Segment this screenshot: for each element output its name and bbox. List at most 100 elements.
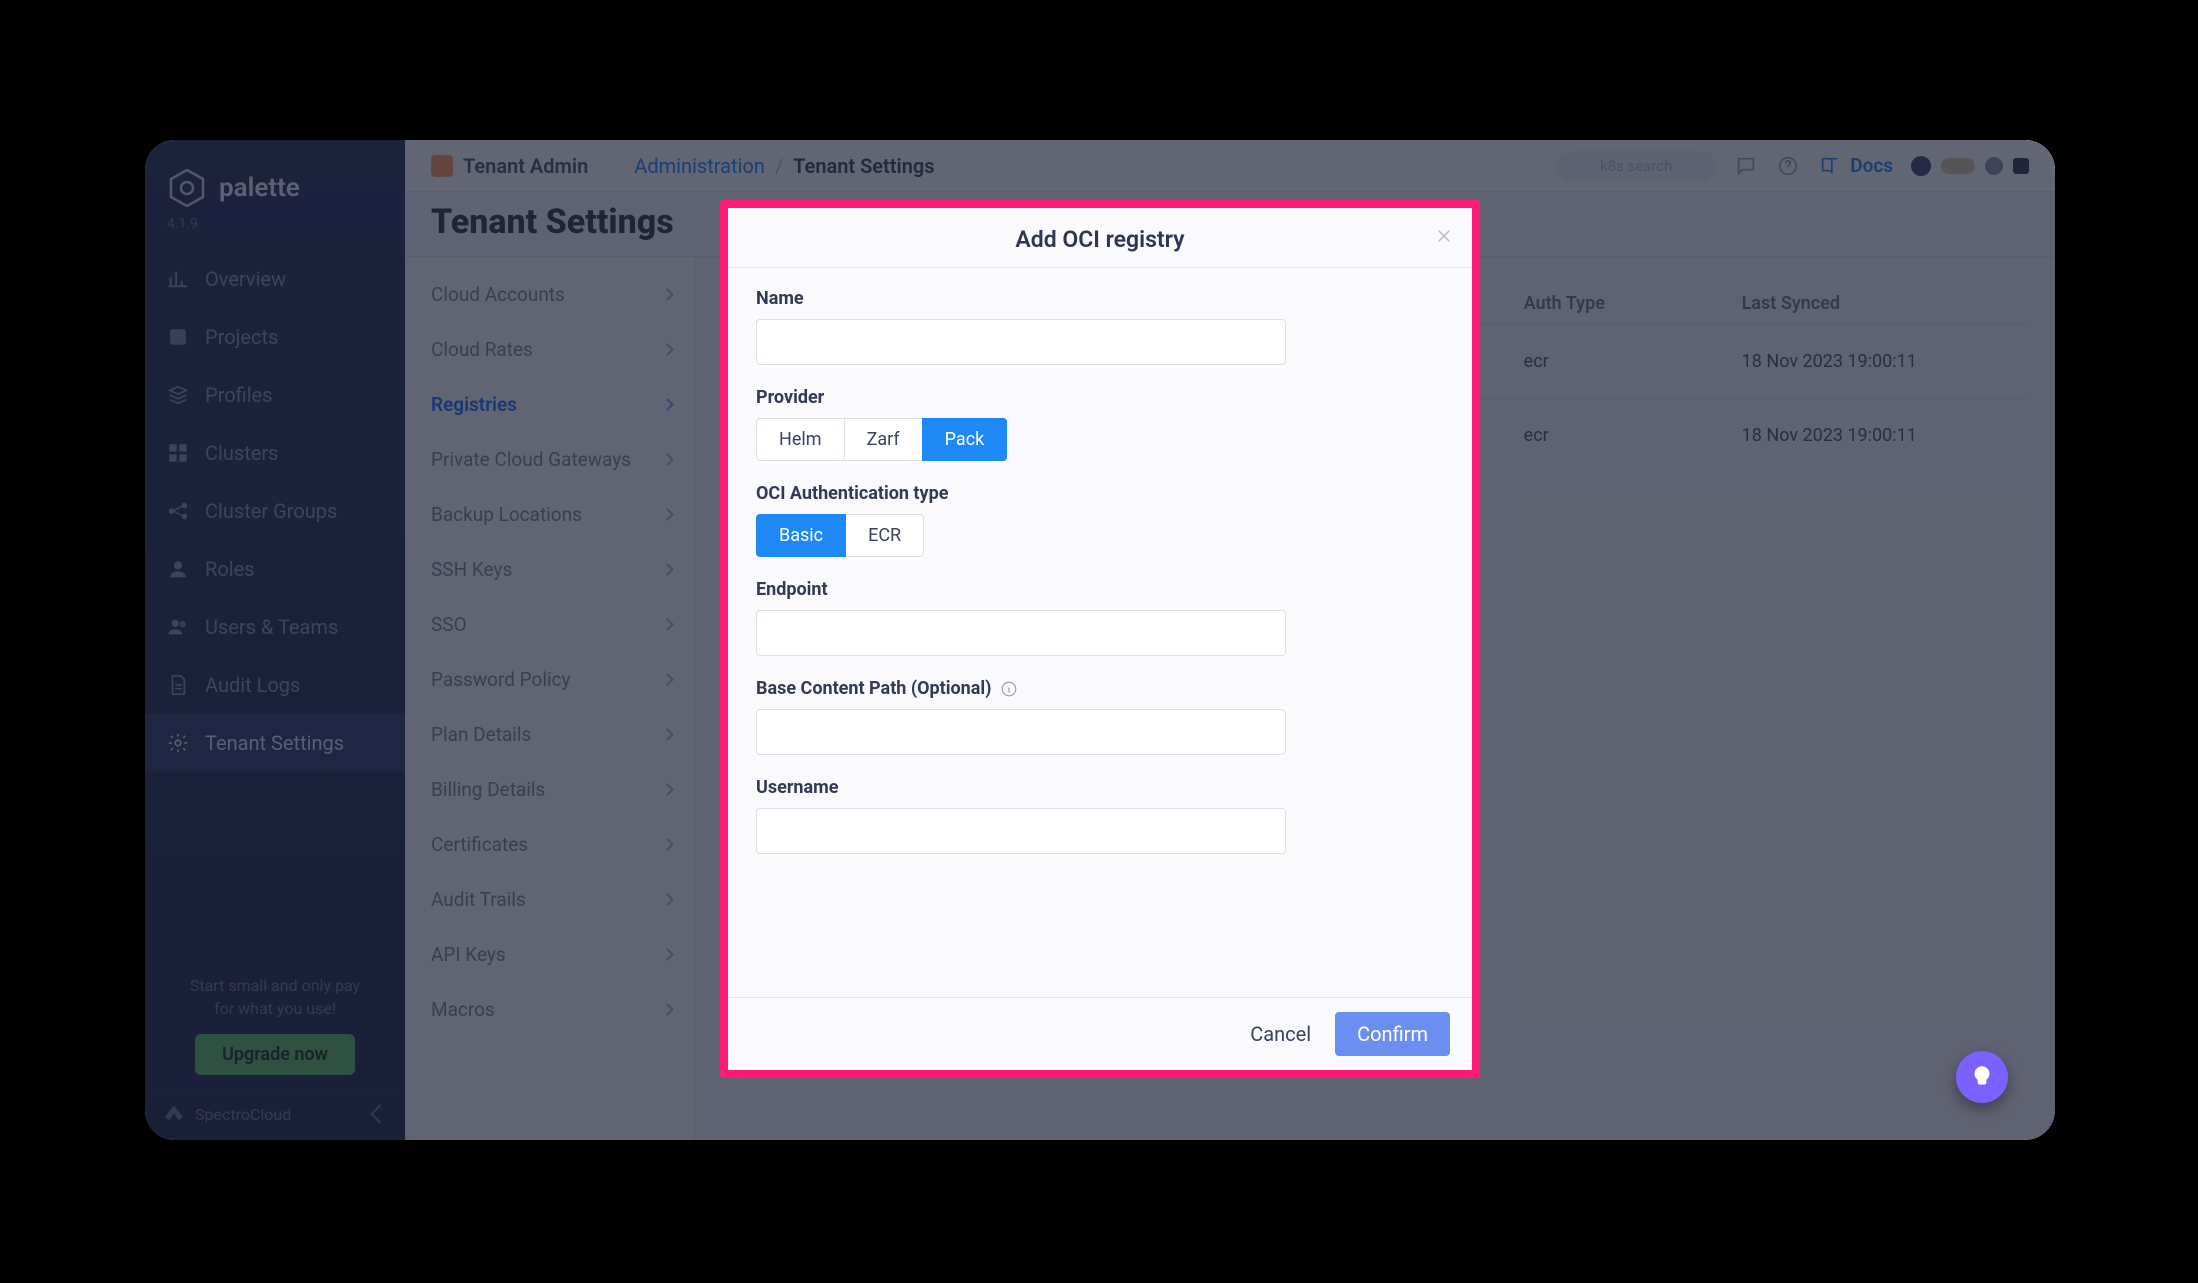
nav-item-profiles[interactable]: Profiles xyxy=(145,366,405,424)
subnav-item-ssh-keys[interactable]: SSH Keys xyxy=(405,542,694,597)
close-button[interactable] xyxy=(1432,224,1456,248)
auth-segmented: Basic ECR xyxy=(756,514,1444,557)
subnav-item-label: Cloud Accounts xyxy=(431,283,565,306)
subnav-item-private-cloud-gateways[interactable]: Private Cloud Gateways xyxy=(405,432,694,487)
chevron-right-icon xyxy=(661,563,674,576)
docs-button[interactable]: Docs xyxy=(1818,154,1893,178)
endpoint-input[interactable] xyxy=(756,610,1286,656)
subnav-item-label: Registries xyxy=(431,393,517,416)
breadcrumb-parent[interactable]: Administration xyxy=(634,154,765,178)
subnav-item-audit-trails[interactable]: Audit Trails xyxy=(405,872,694,927)
name-input[interactable] xyxy=(756,319,1286,365)
subnav-item-label: Backup Locations xyxy=(431,503,582,526)
subnav-item-plan-details[interactable]: Plan Details xyxy=(405,707,694,762)
provider-option-pack[interactable]: Pack xyxy=(922,418,1008,461)
help-icon[interactable] xyxy=(1776,154,1800,178)
subnav-item-label: Plan Details xyxy=(431,723,531,746)
field-label: Username xyxy=(756,777,1444,798)
chevron-right-icon xyxy=(661,673,674,686)
upgrade-button[interactable]: Upgrade now xyxy=(195,1034,355,1075)
subnav-item-certificates[interactable]: Certificates xyxy=(405,817,694,872)
nav-item-label: Users & Teams xyxy=(205,615,338,639)
subnav-item-label: Password Policy xyxy=(431,668,571,691)
chevron-right-icon xyxy=(661,288,674,301)
subnav-item-label: Cloud Rates xyxy=(431,338,533,361)
subnav-item-cloud-rates[interactable]: Cloud Rates xyxy=(405,322,694,377)
nav-item-tenant-settings[interactable]: Tenant Settings xyxy=(145,714,405,772)
close-icon xyxy=(1435,227,1453,245)
td-auth-type: ecr xyxy=(1524,425,1732,446)
subnav-item-label: SSH Keys xyxy=(431,558,512,581)
field-label: OCI Authentication type xyxy=(756,483,1444,504)
chevron-right-icon xyxy=(661,508,674,521)
subnav-item-registries[interactable]: Registries xyxy=(405,377,694,432)
nav-item-label: Cluster Groups xyxy=(205,499,337,523)
field-endpoint: Endpoint xyxy=(756,579,1444,656)
brand-logo-icon xyxy=(167,168,207,208)
username-input[interactable] xyxy=(756,808,1286,854)
scope-icon xyxy=(431,155,453,177)
td-auth-type: ecr xyxy=(1524,351,1732,372)
subnav-item-label: Certificates xyxy=(431,833,528,856)
sidebar-footnote: Start small and only pay for what you us… xyxy=(145,961,405,1020)
th: Last Synced xyxy=(1742,293,2019,314)
field-base-content: Base Content Path (Optional) xyxy=(756,678,1444,755)
scope-label: Tenant Admin xyxy=(463,154,588,178)
nav-item-roles[interactable]: Roles xyxy=(145,540,405,598)
sidebar-footer-label: SpectroCloud xyxy=(195,1105,291,1124)
subnav-item-macros[interactable]: Macros xyxy=(405,982,694,1037)
modal-body: Name Provider Helm Zarf Pack OCI Authent… xyxy=(728,268,1472,997)
subnav-item-label: API Keys xyxy=(431,943,506,966)
info-icon[interactable] xyxy=(1000,680,1018,698)
sidebar-footnote-line1: Start small and only pay xyxy=(163,975,387,997)
scope-selector[interactable]: Tenant Admin xyxy=(431,154,588,178)
version-label: 4.1.9 xyxy=(145,216,405,244)
auth-option-ecr[interactable]: ECR xyxy=(845,514,924,557)
sidebar-footnote-line2: for what you use! xyxy=(163,998,387,1020)
subnav-item-label: Audit Trails xyxy=(431,888,526,911)
chevron-left-icon xyxy=(370,1104,390,1124)
topbar-right: k8s search Docs xyxy=(1556,151,2029,181)
cancel-button[interactable]: Cancel xyxy=(1244,1014,1317,1054)
nav-item-users-teams[interactable]: Users & Teams xyxy=(145,598,405,656)
grid-icon xyxy=(167,442,189,464)
field-username: Username xyxy=(756,777,1444,854)
brand: palette xyxy=(145,140,405,216)
docs-label: Docs xyxy=(1850,154,1893,177)
book-icon xyxy=(1818,154,1842,178)
nav-item-clusters[interactable]: Clusters xyxy=(145,424,405,482)
nav-item-projects[interactable]: Projects xyxy=(145,308,405,366)
nav: Overview Projects Profiles Clusters Clus… xyxy=(145,244,405,778)
subnav-item-backup-locations[interactable]: Backup Locations xyxy=(405,487,694,542)
user-icon xyxy=(167,558,189,580)
provider-option-zarf[interactable]: Zarf xyxy=(844,418,923,461)
modal-header: Add OCI registry xyxy=(728,208,1472,268)
subnav-item-password-policy[interactable]: Password Policy xyxy=(405,652,694,707)
auth-option-basic[interactable]: Basic xyxy=(756,514,846,557)
confirm-button[interactable]: Confirm xyxy=(1335,1012,1450,1056)
spectrocloud-icon xyxy=(163,1104,185,1124)
provider-option-helm[interactable]: Helm xyxy=(756,418,845,461)
subnav-item-billing-details[interactable]: Billing Details xyxy=(405,762,694,817)
subnav-item-api-keys[interactable]: API Keys xyxy=(405,927,694,982)
subnav-item-sso[interactable]: SSO xyxy=(405,597,694,652)
chart-icon xyxy=(167,268,189,290)
base-content-input[interactable] xyxy=(756,709,1286,755)
field-label: Name xyxy=(756,288,1444,309)
search-input[interactable]: k8s search xyxy=(1556,151,1716,181)
subnav-item-cloud-accounts[interactable]: Cloud Accounts xyxy=(405,267,694,322)
topbar-avatars[interactable] xyxy=(1911,156,2029,176)
nav-item-label: Tenant Settings xyxy=(205,731,344,755)
help-fab-button[interactable] xyxy=(1956,1051,2008,1103)
nav-item-overview[interactable]: Overview xyxy=(145,250,405,308)
td-last-synced: 18 Nov 2023 19:00:11 xyxy=(1742,425,2019,446)
chevron-right-icon xyxy=(661,783,674,796)
chat-icon[interactable] xyxy=(1734,154,1758,178)
nav-item-audit-logs[interactable]: Audit Logs xyxy=(145,656,405,714)
nav-item-cluster-groups[interactable]: Cluster Groups xyxy=(145,482,405,540)
nav-item-label: Audit Logs xyxy=(205,673,300,697)
avatar-icon xyxy=(1985,157,2003,175)
users-icon xyxy=(167,616,189,638)
sidebar-footer[interactable]: SpectroCloud xyxy=(145,1093,405,1140)
nav-item-label: Overview xyxy=(205,267,286,291)
